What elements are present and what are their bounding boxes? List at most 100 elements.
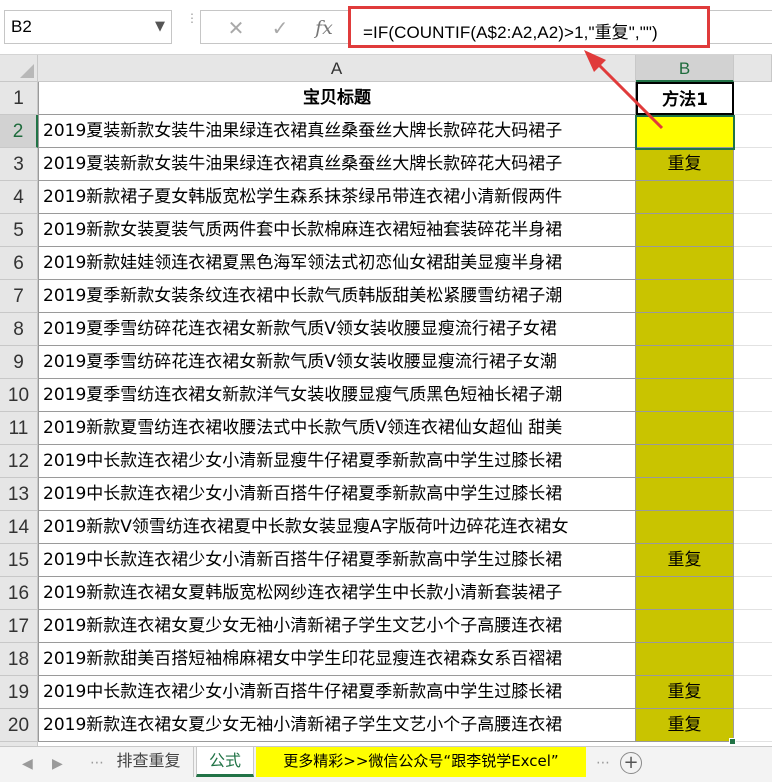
cell-title[interactable]: 2019中长款连衣裙少女小清新百搭牛仔裙夏季新款高中学生过膝长裙 bbox=[38, 544, 636, 577]
cell-method[interactable]: 重复 bbox=[636, 709, 734, 742]
formula-input-extension[interactable] bbox=[710, 10, 772, 44]
more-sheets-icon[interactable]: ⋯ bbox=[90, 755, 104, 771]
column-header-b[interactable]: B bbox=[636, 55, 734, 82]
row-header[interactable]: 18 bbox=[0, 643, 38, 676]
cell-title[interactable]: 2019新款连衣裙女夏少女无袖小清新裙子学生文艺小个子高腰连衣裙 bbox=[38, 709, 636, 742]
empty-cell[interactable] bbox=[734, 412, 772, 445]
row-header[interactable]: 11 bbox=[0, 412, 38, 445]
row-header[interactable]: 2 bbox=[0, 115, 38, 148]
cell-method[interactable] bbox=[636, 247, 734, 280]
empty-cell[interactable] bbox=[734, 478, 772, 511]
row-header[interactable]: 1 bbox=[0, 82, 38, 115]
row-header[interactable]: 6 bbox=[0, 247, 38, 280]
row-header[interactable]: 13 bbox=[0, 478, 38, 511]
cell-method[interactable] bbox=[636, 511, 734, 544]
header-cell-method[interactable]: 方法1 bbox=[636, 82, 734, 115]
row-header[interactable]: 15 bbox=[0, 544, 38, 577]
cell-title[interactable]: 2019夏季新款女装条纹连衣裙中长款气质韩版甜美松紧腰雪纺裙子潮 bbox=[38, 280, 636, 313]
empty-cell[interactable] bbox=[734, 148, 772, 181]
cell-method[interactable] bbox=[636, 181, 734, 214]
formula-input[interactable]: =IF(COUNTIF(A$2:A2,A2)>1,"重复","") bbox=[348, 6, 710, 48]
empty-cell[interactable] bbox=[734, 346, 772, 379]
row-header[interactable]: 7 bbox=[0, 280, 38, 313]
empty-cell[interactable] bbox=[734, 181, 772, 214]
name-box[interactable]: B2 ▼ bbox=[4, 10, 172, 44]
row-header[interactable]: 20 bbox=[0, 709, 38, 742]
row-header[interactable]: 19 bbox=[0, 676, 38, 709]
row-header[interactable]: 12 bbox=[0, 445, 38, 478]
cell-title[interactable]: 2019新款连衣裙女夏少女无袖小清新裙子学生文艺小个子高腰连衣裙 bbox=[38, 610, 636, 643]
row-header[interactable]: 16 bbox=[0, 577, 38, 610]
tab-more[interactable]: 更多精彩>>微信公众号“跟李锐学Excel” bbox=[256, 747, 586, 777]
header-cell-title[interactable]: 宝贝标题 bbox=[38, 82, 636, 115]
row-header[interactable]: 10 bbox=[0, 379, 38, 412]
cell-title[interactable]: 2019新款甜美百搭短袖棉麻裙女中学生印花显瘦连衣裙森女系百褶裙 bbox=[38, 643, 636, 676]
row-header[interactable]: 3 bbox=[0, 148, 38, 181]
empty-cell[interactable] bbox=[734, 214, 772, 247]
cell-method[interactable] bbox=[636, 313, 734, 346]
chevron-left-icon[interactable]: ◀ bbox=[22, 756, 33, 772]
cell-method[interactable] bbox=[636, 577, 734, 610]
select-all-button[interactable] bbox=[0, 55, 38, 82]
cell-title[interactable]: 2019新款夏雪纺连衣裙收腰法式中长款气质V领连衣裙仙女超仙 甜美 bbox=[38, 412, 636, 445]
cell-method[interactable] bbox=[636, 379, 734, 412]
empty-cell[interactable] bbox=[734, 247, 772, 280]
cell-title[interactable]: 2019中长款连衣裙少女小清新百搭牛仔裙夏季新款高中学生过膝长裙 bbox=[38, 478, 636, 511]
cell-method[interactable] bbox=[636, 412, 734, 445]
empty-cell[interactable] bbox=[734, 313, 772, 346]
row-header[interactable]: 8 bbox=[0, 313, 38, 346]
row-header[interactable]: 14 bbox=[0, 511, 38, 544]
drag-handle-icon[interactable]: ⋮ bbox=[186, 12, 198, 40]
empty-cell[interactable] bbox=[734, 280, 772, 313]
cell-method[interactable]: 重复 bbox=[636, 148, 734, 181]
cell-method[interactable] bbox=[636, 280, 734, 313]
cell-title[interactable]: 2019新款V领雪纺连衣裙夏中长款女装显瘦A字版荷叶边碎花连衣裙女 bbox=[38, 511, 636, 544]
cell-title[interactable]: 2019夏装新款女装牛油果绿连衣裙真丝桑蚕丝大牌长款碎花大码裙子 bbox=[38, 115, 636, 148]
cell-method[interactable]: 重复 bbox=[636, 676, 734, 709]
column-header-a[interactable]: A bbox=[38, 55, 636, 82]
empty-cell[interactable] bbox=[734, 379, 772, 412]
row-header[interactable]: 4 bbox=[0, 181, 38, 214]
empty-cell[interactable] bbox=[734, 643, 772, 676]
cell-method[interactable] bbox=[636, 445, 734, 478]
empty-cell[interactable] bbox=[734, 82, 772, 115]
cell-title[interactable]: 2019新款娃娃领连衣裙夏黑色海军领法式初恋仙女裙甜美显瘦半身裙 bbox=[38, 247, 636, 280]
empty-cell[interactable] bbox=[734, 445, 772, 478]
chevron-right-icon[interactable]: ▶ bbox=[52, 756, 63, 772]
tab-formula[interactable]: 公式 bbox=[196, 747, 254, 777]
cell-method[interactable]: 重复 bbox=[636, 544, 734, 577]
empty-cell[interactable] bbox=[734, 577, 772, 610]
cell-title[interactable]: 2019夏装新款女装牛油果绿连衣裙真丝桑蚕丝大牌长款碎花大码裙子 bbox=[38, 148, 636, 181]
row-header[interactable]: 5 bbox=[0, 214, 38, 247]
cell-method[interactable] bbox=[636, 214, 734, 247]
cell-method[interactable] bbox=[636, 643, 734, 676]
empty-cell[interactable] bbox=[734, 511, 772, 544]
empty-cell[interactable] bbox=[734, 709, 772, 742]
empty-cell[interactable] bbox=[734, 115, 772, 148]
tab-check-duplicates[interactable]: 排查重复 bbox=[104, 747, 194, 777]
cell-title[interactable]: 2019中长款连衣裙少女小清新百搭牛仔裙夏季新款高中学生过膝长裙 bbox=[38, 676, 636, 709]
empty-cell[interactable] bbox=[734, 610, 772, 643]
cell-title[interactable]: 2019中长款连衣裙少女小清新显瘦牛仔裙夏季新款高中学生过膝长裙 bbox=[38, 445, 636, 478]
cell-method[interactable] bbox=[636, 610, 734, 643]
empty-cell[interactable] bbox=[734, 544, 772, 577]
cell-method[interactable] bbox=[636, 478, 734, 511]
insert-function-icon[interactable]: fx bbox=[309, 15, 339, 41]
empty-cell[interactable] bbox=[734, 676, 772, 709]
cell-title[interactable]: 2019新款女装夏装气质两件套中长款棉麻连衣裙短袖套装碎花半身裙 bbox=[38, 214, 636, 247]
cell-title[interactable]: 2019夏季雪纺碎花连衣裙女新款气质V领女装收腰显瘦流行裙子女潮 bbox=[38, 346, 636, 379]
add-sheet-icon[interactable]: + bbox=[620, 752, 642, 774]
cell-title[interactable]: 2019新款裙子夏女韩版宽松学生森系抹茶绿吊带连衣裙小清新假两件 bbox=[38, 181, 636, 214]
chevron-down-icon[interactable]: ▼ bbox=[155, 19, 165, 34]
cancel-icon[interactable]: ✕ bbox=[221, 15, 251, 41]
row-header[interactable]: 17 bbox=[0, 610, 38, 643]
cell-title[interactable]: 2019新款连衣裙女夏韩版宽松网纱连衣裙学生中长款小清新套装裙子 bbox=[38, 577, 636, 610]
column-header-c[interactable] bbox=[734, 55, 772, 82]
row-header[interactable]: 9 bbox=[0, 346, 38, 379]
more-sheets-icon[interactable]: ⋯ bbox=[596, 755, 610, 771]
cell-title[interactable]: 2019夏季雪纺连衣裙女新款洋气女装收腰显瘦气质黑色短袖长裙子潮 bbox=[38, 379, 636, 412]
cell-method[interactable] bbox=[636, 115, 734, 148]
cell-title[interactable]: 2019夏季雪纺碎花连衣裙女新款气质V领女装收腰显瘦流行裙子女裙 bbox=[38, 313, 636, 346]
check-icon[interactable]: ✓ bbox=[265, 15, 295, 41]
cell-method[interactable] bbox=[636, 346, 734, 379]
